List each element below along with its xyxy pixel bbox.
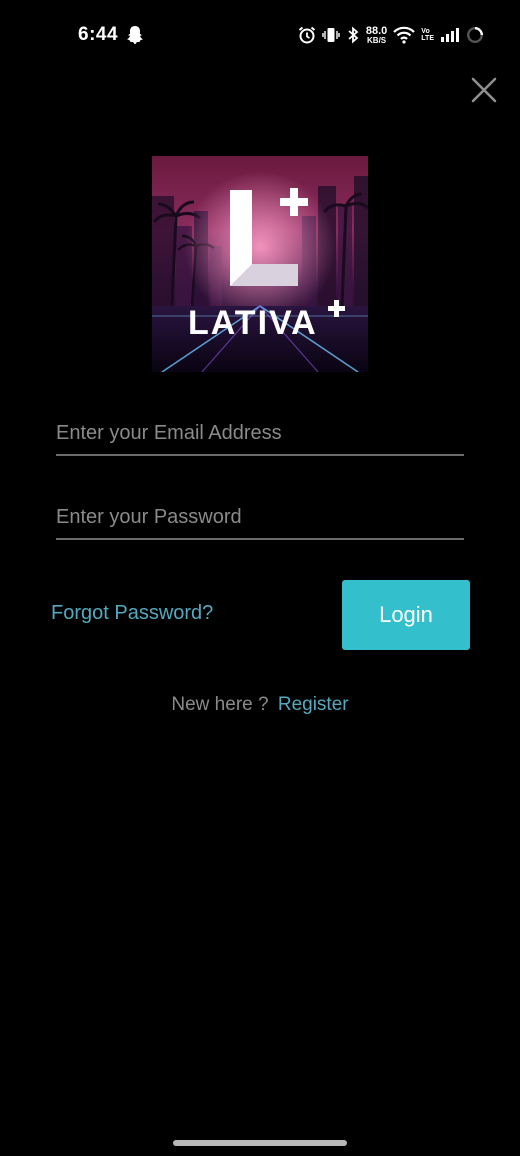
vibrate-icon: [322, 28, 340, 42]
close-button[interactable]: [468, 74, 500, 106]
app-logo: LATIVA: [152, 156, 368, 372]
login-button[interactable]: Login: [342, 580, 470, 650]
volte-bottom: LTE: [421, 35, 434, 42]
network-speed-value: 88.0: [365, 24, 388, 37]
password-field-container: [56, 490, 464, 540]
network-speed: 88.0 KB/S: [365, 24, 388, 45]
new-here-text: New here ?: [171, 694, 269, 715]
register-row: New here ? Register: [0, 694, 520, 716]
status-time: 6:44: [78, 24, 119, 45]
status-bar: 6:44 88.0 KB/S Vo LTE: [0, 0, 520, 70]
password-field[interactable]: [56, 490, 464, 538]
network-speed-unit: KB/S: [367, 35, 387, 45]
wifi-icon: [393, 26, 416, 44]
battery-icon: [466, 26, 484, 44]
app-logo-artwork: LATIVA: [152, 156, 368, 372]
forgot-password-link[interactable]: Forgot Password?: [51, 602, 213, 625]
volte-indicator: Vo LTE: [421, 28, 434, 43]
home-indicator[interactable]: [173, 1140, 347, 1146]
signal-icon: [441, 28, 459, 42]
volte-top: Vo: [421, 27, 430, 35]
email-field[interactable]: [56, 406, 464, 454]
email-field-container: [56, 406, 464, 456]
close-icon: [471, 77, 497, 103]
alarm-icon: [298, 26, 316, 44]
register-link[interactable]: Register: [278, 694, 349, 715]
bluetooth-icon: [348, 26, 359, 44]
status-icons: 88.0 KB/S Vo LTE: [298, 24, 484, 46]
logo-text: LATIVA: [188, 304, 318, 342]
snapchat-notification-icon: [127, 26, 143, 44]
